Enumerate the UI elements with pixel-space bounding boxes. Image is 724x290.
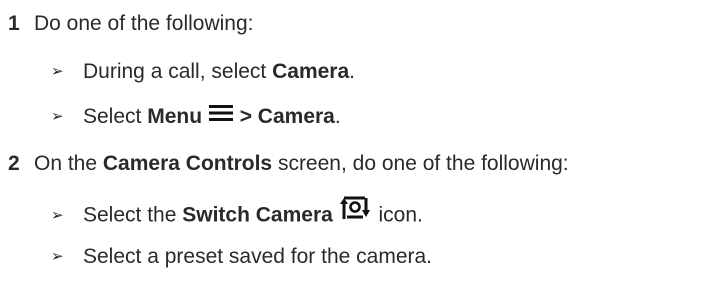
substep-bold: Switch Camera [182, 203, 333, 227]
substep-1-1: ➢ During a call, select Camera. [51, 58, 355, 88]
substep-bold: Camera [272, 60, 350, 83]
substep-2-1: ➢ Select the Switch Camera icon. [51, 196, 423, 234]
step-2: 2 On the Camera Controls screen, do one o… [8, 150, 569, 178]
step-text-suffix: screen, do one of the following: [272, 152, 569, 175]
camera-label: > Camera [233, 105, 335, 128]
menu-hamburger-icon [208, 103, 234, 131]
substep-suffix: . [334, 105, 341, 128]
arrow-bullet-icon: ➢ [51, 63, 64, 80]
substep-text: Select the [83, 203, 183, 227]
substep-2-2: ➢ Select a preset saved for the camera. [51, 243, 432, 273]
substep-suffix: icon. [372, 203, 423, 227]
step-1: 1 Do one of the following: [8, 10, 253, 38]
arrow-bullet-icon: ➢ [51, 248, 64, 265]
substep-text: Select [83, 105, 148, 128]
step-number: 2 [8, 152, 20, 175]
step-text: Do one of the following: [34, 12, 254, 35]
step-bold: Camera Controls [102, 152, 273, 175]
substep-text: During a call, select [83, 60, 273, 83]
arrow-bullet-icon: ➢ [51, 206, 64, 224]
switch-camera-icon [339, 193, 373, 229]
menu-label: Menu [147, 105, 203, 128]
step-text: On the [34, 152, 103, 175]
substep-text: Select a preset saved for the camera. [83, 245, 433, 268]
arrow-bullet-icon: ➢ [51, 108, 64, 125]
substep-1-2: ➢ Select Menu > Camera. [51, 103, 341, 133]
substep-suffix: . [349, 60, 355, 83]
step-number: 1 [8, 12, 20, 35]
